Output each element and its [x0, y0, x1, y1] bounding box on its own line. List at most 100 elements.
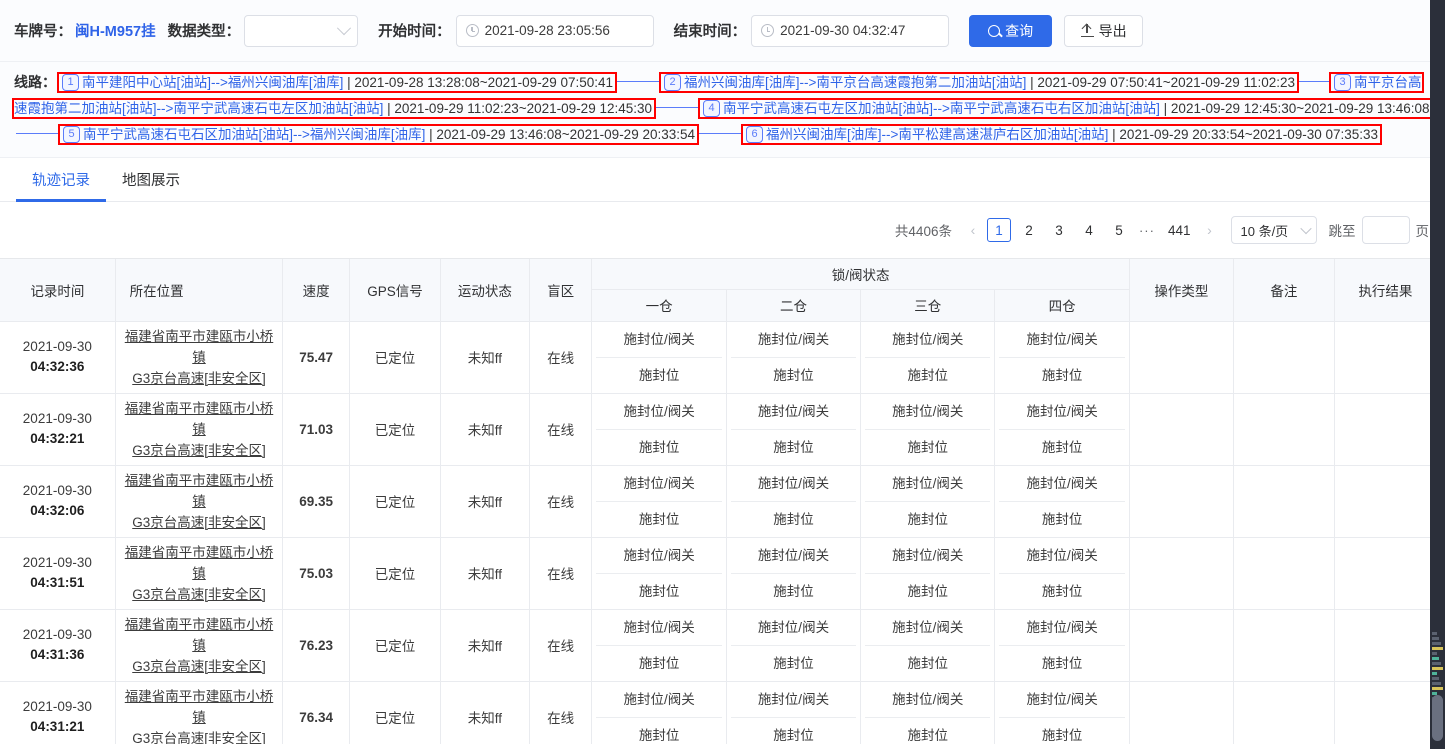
lock-state: 施封位/阀关	[731, 322, 856, 358]
page-size-select[interactable]: 10 条/页	[1231, 216, 1317, 244]
th-speed[interactable]: 速度	[283, 259, 350, 321]
th-execution-result[interactable]: 执行结果	[1334, 259, 1436, 321]
seal-state: 施封位	[596, 430, 721, 465]
vertical-scrollbar[interactable]	[1430, 0, 1445, 749]
cell-execution-result	[1334, 537, 1436, 609]
location-line-2: G3京台高速[非安全区]	[120, 512, 279, 533]
table-row[interactable]: 2021-09-3004:32:36福建省南平市建瓯市小桥镇G3京台高速[非安全…	[0, 321, 1437, 393]
lock-state: 施封位/阀关	[999, 610, 1124, 646]
cell-compartment-3: 施封位/阀关施封位	[861, 681, 995, 744]
th-compartment-3: 三仓	[861, 289, 995, 321]
cell-execution-result	[1334, 681, 1436, 744]
table-row[interactable]: 2021-09-3004:31:21福建省南平市建瓯市小桥镇G3京台高速[非安全…	[0, 681, 1437, 744]
query-button[interactable]: 查询	[969, 15, 1052, 47]
table-row[interactable]: 2021-09-3004:31:51福建省南平市建瓯市小桥镇G3京台高速[非安全…	[0, 537, 1437, 609]
cell-blind-zone: 在线	[529, 393, 592, 465]
location-line-1: 福建省南平市建瓯市小桥镇	[120, 398, 279, 440]
lock-state: 施封位/阀关	[731, 610, 856, 646]
seal-state: 施封位	[999, 718, 1124, 745]
cell-gps-signal: 已定位	[350, 609, 441, 681]
seal-state: 施封位	[999, 502, 1124, 537]
th-gps-signal[interactable]: GPS信号	[350, 259, 441, 321]
seal-state: 施封位	[731, 574, 856, 609]
cell-remark	[1233, 609, 1334, 681]
cell-speed: 69.35	[283, 465, 350, 537]
cell-gps-signal: 已定位	[350, 465, 441, 537]
table-row[interactable]: 2021-09-3004:32:21福建省南平市建瓯市小桥镇G3京台高速[非安全…	[0, 393, 1437, 465]
tab-trajectory-record[interactable]: 轨迹记录	[16, 158, 106, 201]
pagination-prev-button[interactable]: ‹	[962, 216, 984, 244]
route-segment-4[interactable]: 4南平宁武高速石屯左区加油站[油站]-->南平宁武高速石屯右区加油站[油站] |…	[700, 100, 1432, 117]
scrollbar-thumb[interactable]	[1432, 695, 1443, 741]
pagination: 共4406条 ‹ 1 2 3 4 5 ··· 441 › 10 条/页 跳至 页	[0, 202, 1445, 258]
pagination-ellipsis[interactable]: ···	[1139, 223, 1155, 238]
cell-compartment-3: 施封位/阀关施封位	[861, 393, 995, 465]
th-location[interactable]: 所在位置	[115, 259, 283, 321]
route-time-6: 2021-09-29 20:33:54~2021-09-30 07:35:33	[1119, 127, 1378, 142]
seal-state: 施封位	[999, 574, 1124, 609]
seal-state: 施封位	[999, 646, 1124, 681]
pagination-page-last[interactable]: 441	[1163, 218, 1196, 242]
cell-compartment-2: 施封位/阀关施封位	[726, 681, 860, 744]
cell-execution-result	[1334, 393, 1436, 465]
pagination-page-4[interactable]: 4	[1077, 218, 1101, 242]
location-line-2: G3京台高速[非安全区]	[120, 728, 279, 745]
cell-location[interactable]: 福建省南平市建瓯市小桥镇G3京台高速[非安全区]	[115, 465, 283, 537]
location-line-2: G3京台高速[非安全区]	[120, 368, 279, 389]
trajectory-table: 记录时间 所在位置 速度 GPS信号 运动状态 盲区 锁/阀状态 操作类型 备注…	[0, 259, 1437, 744]
th-operation-type[interactable]: 操作类型	[1129, 259, 1233, 321]
pagination-next-button[interactable]: ›	[1199, 216, 1221, 244]
th-motion-state[interactable]: 运动状态	[440, 259, 529, 321]
route-index-3: 3	[1334, 74, 1351, 91]
cell-location[interactable]: 福建省南平市建瓯市小桥镇G3京台高速[非安全区]	[115, 393, 283, 465]
datatype-select[interactable]	[244, 15, 358, 47]
cell-location[interactable]: 福建省南平市建瓯市小桥镇G3京台高速[非安全区]	[115, 321, 283, 393]
jump-page-input[interactable]	[1362, 216, 1410, 244]
lock-state: 施封位/阀关	[596, 466, 721, 502]
pagination-page-1[interactable]: 1	[987, 218, 1011, 242]
lock-state: 施封位/阀关	[865, 538, 990, 574]
lock-state: 施封位/阀关	[999, 466, 1124, 502]
route-index-5: 5	[63, 126, 80, 143]
cell-speed: 75.47	[283, 321, 350, 393]
scrollbar-minimap	[1430, 0, 1445, 749]
start-time-input[interactable]: 2021-09-28 23:05:56	[456, 15, 654, 47]
cell-location[interactable]: 福建省南平市建瓯市小桥镇G3京台高速[非安全区]	[115, 537, 283, 609]
route-segment-5[interactable]: 5南平宁武高速石屯石区加油站[油站]-->福州兴闽油库[油库] | 2021-0…	[60, 126, 697, 143]
seal-state: 施封位	[731, 718, 856, 745]
th-remark[interactable]: 备注	[1233, 259, 1334, 321]
pagination-page-3[interactable]: 3	[1047, 218, 1071, 242]
cell-location[interactable]: 福建省南平市建瓯市小桥镇G3京台高速[非安全区]	[115, 609, 283, 681]
cell-compartment-2: 施封位/阀关施封位	[726, 465, 860, 537]
table-row[interactable]: 2021-09-3004:32:06福建省南平市建瓯市小桥镇G3京台高速[非安全…	[0, 465, 1437, 537]
tab-map-view-label: 地图展示	[122, 169, 180, 190]
end-time-input[interactable]: 2021-09-30 04:32:47	[751, 15, 949, 47]
end-time-value: 2021-09-30 04:32:47	[780, 23, 905, 38]
seal-state: 施封位	[865, 646, 990, 681]
cell-operation-type	[1129, 537, 1233, 609]
cell-blind-zone: 在线	[529, 465, 592, 537]
cell-remark	[1233, 321, 1334, 393]
pagination-page-2[interactable]: 2	[1017, 218, 1041, 242]
route-segment-1[interactable]: 1南平建阳中心站[油站]-->福州兴闽油库[油库] | 2021-09-28 1…	[59, 74, 615, 91]
route-segment-2[interactable]: 2福州兴闽油库[油库]-->南平京台高速霞抱第二加油站[油站] | 2021-0…	[661, 74, 1297, 91]
route-segment-6[interactable]: 6福州兴闽油库[油库]-->南平松建高速湛庐右区加油站[油站] | 2021-0…	[743, 126, 1380, 143]
cell-gps-signal: 已定位	[350, 393, 441, 465]
route-text-4: 南平宁武高速石屯左区加油站[油站]-->南平宁武高速石屯右区加油站[油站]	[723, 101, 1160, 116]
cell-location[interactable]: 福建省南平市建瓯市小桥镇G3京台高速[非安全区]	[115, 681, 283, 744]
end-time-field: 结束时间： 2021-09-30 04:32:47	[674, 15, 950, 47]
lock-state: 施封位/阀关	[999, 394, 1124, 430]
cell-blind-zone: 在线	[529, 681, 592, 744]
pagination-page-5[interactable]: 5	[1107, 218, 1131, 242]
jump-label: 跳至	[1329, 220, 1356, 240]
start-time-field: 开始时间： 2021-09-28 23:05:56	[378, 15, 654, 47]
tab-map-view[interactable]: 地图展示	[106, 158, 196, 201]
table-row[interactable]: 2021-09-3004:31:36福建省南平市建瓯市小桥镇G3京台高速[非安全…	[0, 609, 1437, 681]
location-line-1: 福建省南平市建瓯市小桥镇	[120, 614, 279, 656]
chevron-down-icon	[337, 21, 351, 35]
cell-operation-type	[1129, 465, 1233, 537]
export-button[interactable]: 导出	[1064, 15, 1143, 47]
seal-state: 施封位	[865, 358, 990, 393]
th-record-time[interactable]: 记录时间	[0, 259, 115, 321]
th-blind-zone[interactable]: 盲区	[529, 259, 592, 321]
